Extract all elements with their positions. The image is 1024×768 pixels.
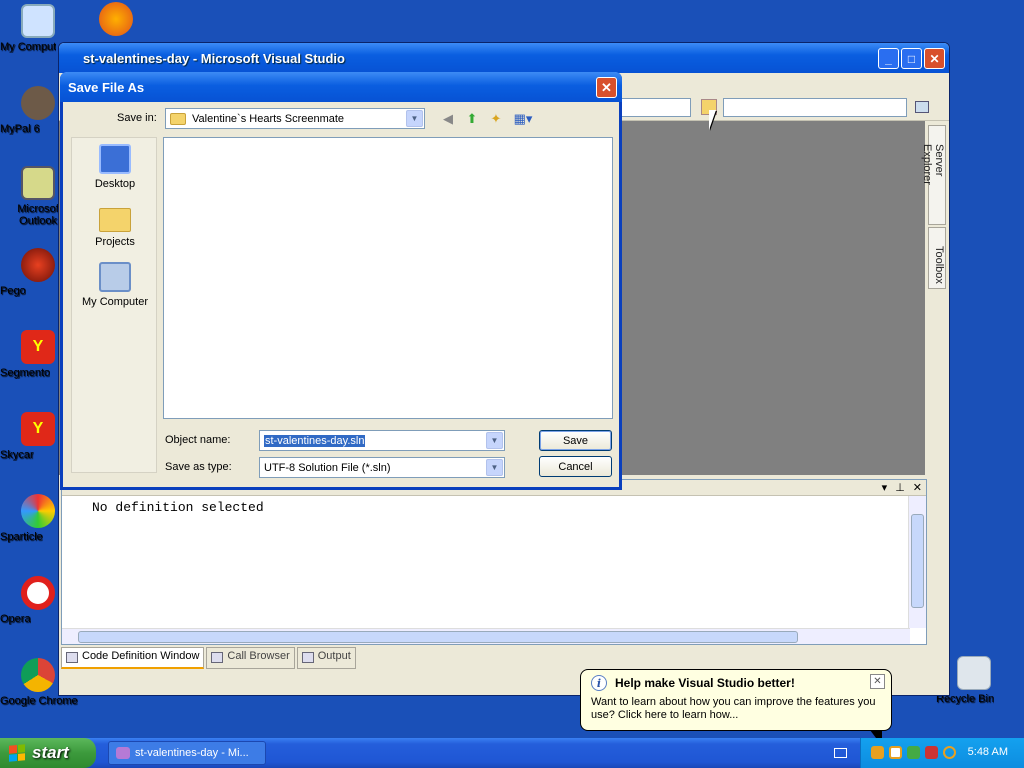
- horizontal-scrollbar[interactable]: [62, 628, 910, 644]
- call-browser-icon: [211, 652, 224, 663]
- balloon-title: Help make Visual Studio better!: [615, 676, 795, 690]
- vs-window-title: st-valentines-day - Microsoft Visual Stu…: [83, 50, 345, 66]
- desktop-icon-my-computer[interactable]: My Comput: [0, 4, 76, 53]
- balloon-body[interactable]: Want to learn about how you can improve …: [591, 696, 881, 722]
- file-list[interactable]: [163, 137, 613, 419]
- folder-icon: [170, 112, 186, 125]
- tray-app-icon[interactable]: [871, 746, 884, 759]
- info-icon: i: [591, 675, 607, 691]
- place-desktop[interactable]: Desktop: [72, 144, 158, 190]
- server-explorer-tab[interactable]: Server Explorer: [921, 125, 946, 225]
- code-definition-window: Code Definition Window ▾ ⊥ ✕ No definiti…: [61, 479, 927, 645]
- output-icon: [301, 652, 314, 663]
- folder-icon: [99, 208, 131, 232]
- save-in-dropdown[interactable]: Valentine`s Hearts Screenmate ▼: [165, 108, 425, 129]
- bottom-tabs: Code Definition Window Call Browser Outp…: [61, 647, 356, 671]
- computer-icon: [99, 262, 131, 292]
- firefox-icon: [99, 2, 133, 36]
- code-definition-icon: [66, 652, 78, 663]
- save-file-dialog: Save File As ✕ Save in: Valentine`s Hear…: [60, 72, 622, 490]
- find-combo[interactable]: [723, 98, 907, 117]
- view-menu-icon[interactable]: ▦▾: [511, 110, 535, 128]
- save-as-type-label: Save as type:: [165, 461, 232, 473]
- place-projects[interactable]: Projects: [72, 204, 158, 248]
- chevron-down-icon: ▼: [406, 110, 423, 127]
- tray-app-icon[interactable]: [925, 746, 938, 759]
- desktop-icon-firefox[interactable]: [78, 2, 154, 39]
- windows-logo-icon: [9, 744, 25, 762]
- chevron-down-icon[interactable]: ▼: [486, 432, 503, 449]
- computer-icon: [21, 4, 55, 38]
- minimize-button[interactable]: _: [878, 48, 899, 69]
- vertical-scrollbar[interactable]: [908, 496, 926, 628]
- code-definition-text: No definition selected: [92, 500, 264, 515]
- tray-app-icon[interactable]: [889, 746, 902, 759]
- toolbar-options-icon[interactable]: [915, 101, 929, 113]
- object-name-field[interactable]: st-valentines-day.sln ▼: [259, 430, 505, 451]
- visual-studio-icon: [116, 747, 130, 759]
- places-bar: Desktop Projects My Computer: [71, 137, 157, 473]
- tray-search-icon[interactable]: [943, 746, 956, 759]
- save-in-label: Save in:: [117, 112, 157, 124]
- system-tray: 5:48 AM: [860, 738, 1024, 768]
- dialog-title: Save File As: [68, 79, 145, 95]
- chevron-down-icon: ▼: [486, 459, 503, 476]
- taskbar-item-visual-studio[interactable]: st-valentines-day - Mi...: [108, 741, 266, 765]
- place-my-computer[interactable]: My Computer: [72, 262, 158, 308]
- toolbox-tab[interactable]: Toolbox: [928, 227, 946, 289]
- sparticle-icon: [21, 494, 55, 528]
- dialog-title-bar[interactable]: Save File As ✕: [60, 72, 622, 102]
- raccoon-icon: [21, 86, 55, 120]
- chrome-icon: [21, 658, 55, 692]
- game-icon: Y: [21, 330, 55, 364]
- save-as-type-dropdown[interactable]: UTF-8 Solution File (*.sln) ▼: [259, 457, 505, 478]
- balloon-close-button[interactable]: ✕: [870, 674, 885, 689]
- recycle-bin-icon: [957, 656, 991, 690]
- taskbar: start st-valentines-day - Mi... 5:48 AM: [0, 738, 1024, 768]
- tab-code-definition[interactable]: Code Definition Window: [61, 647, 205, 669]
- object-name-label: Object name:: [165, 434, 231, 446]
- toolbar-combo[interactable]: [619, 98, 691, 117]
- side-tab-strip: Server Explorer Toolbox: [921, 121, 949, 501]
- tab-output[interactable]: Output: [296, 647, 356, 669]
- close-button[interactable]: ✕: [924, 48, 945, 69]
- maximize-button[interactable]: □: [901, 48, 922, 69]
- scroll-thumb[interactable]: [78, 631, 798, 643]
- new-folder-icon[interactable]: ✦: [487, 110, 505, 128]
- save-button[interactable]: Save: [539, 430, 612, 451]
- window-position-icon[interactable]: ▾: [882, 481, 888, 494]
- scroll-thumb[interactable]: [911, 514, 924, 608]
- back-icon[interactable]: ◀: [439, 110, 457, 128]
- pin-icon[interactable]: ⊥: [895, 481, 905, 494]
- keyboard-icon[interactable]: [834, 748, 847, 758]
- close-pane-icon[interactable]: ✕: [913, 481, 922, 494]
- up-folder-icon[interactable]: ⬆: [463, 110, 481, 128]
- outlook-icon: [21, 166, 55, 200]
- start-button[interactable]: start: [0, 738, 96, 768]
- tray-app-icon[interactable]: [907, 746, 920, 759]
- vs-title-bar[interactable]: st-valentines-day - Microsoft Visual Stu…: [59, 43, 949, 73]
- clock[interactable]: 5:48 AM: [968, 746, 1008, 758]
- desktop-icon: [99, 144, 131, 174]
- notification-balloon[interactable]: i Help make Visual Studio better! Want to…: [580, 669, 892, 731]
- game-icon: Y: [21, 412, 55, 446]
- pego-icon: [21, 248, 55, 282]
- opera-icon: [21, 576, 55, 610]
- cancel-button[interactable]: Cancel: [539, 456, 612, 477]
- tab-call-browser[interactable]: Call Browser: [206, 647, 295, 669]
- mouse-cursor-icon: [709, 110, 723, 130]
- dialog-close-button[interactable]: ✕: [596, 77, 617, 98]
